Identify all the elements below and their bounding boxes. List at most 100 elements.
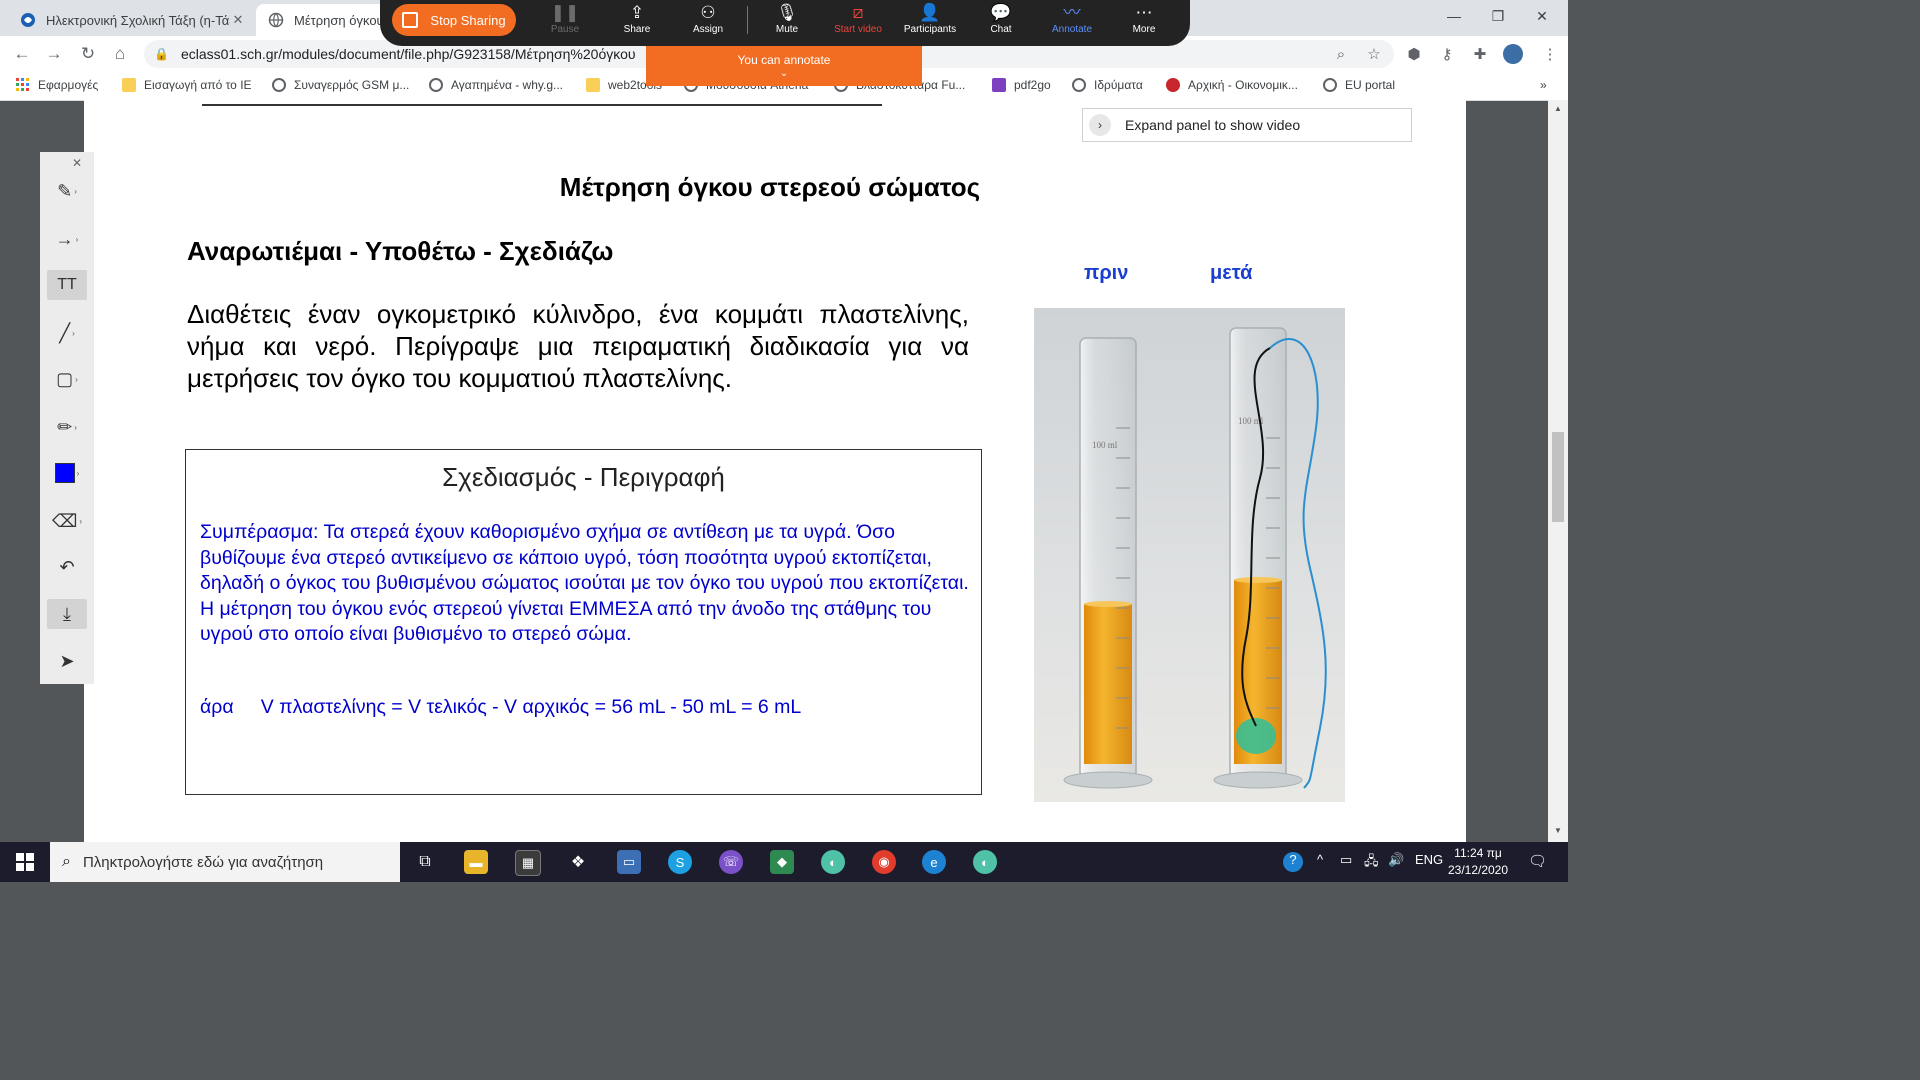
minimize-window-icon[interactable]: —	[1432, 0, 1476, 32]
chat-button[interactable]: 💬 Chat	[966, 2, 1036, 42]
participants-icon: 👤	[919, 3, 941, 22]
start-video-button[interactable]: ⧄ Start video	[823, 2, 893, 42]
draw-tool-button[interactable]: ✎ ›	[47, 176, 87, 206]
zoom-button-label: More	[1132, 24, 1156, 35]
microsoft-store-icon[interactable]: ▦	[515, 850, 541, 876]
page-top-rule	[202, 104, 882, 106]
restore-window-icon[interactable]: ❐	[1476, 0, 1520, 32]
extension-shield-icon[interactable]: ⬢	[1404, 44, 1424, 64]
desktop-app-icon[interactable]: ▭	[617, 850, 641, 874]
browser-menu-icon[interactable]: ⋮	[1540, 44, 1560, 64]
dropbox-icon[interactable]: ❖	[566, 850, 590, 874]
battery-icon[interactable]: ▭	[1340, 852, 1352, 868]
task-view-icon[interactable]: ⧉	[413, 850, 437, 874]
tab-current-document[interactable]: Μέτρηση όγκου στερεού	[256, 4, 396, 36]
close-window-icon[interactable]: ✕	[1520, 0, 1564, 32]
taskbar-search-input[interactable]: ⌕ Πληκτρολογήστε εδώ για αναζήτηση	[50, 842, 400, 882]
bookmark-institutions[interactable]: Ιδρύματα	[1072, 78, 1143, 92]
tab-eclass[interactable]: Ηλεκτρονική Σχολική Τάξη (η-Τάξη) ✕	[8, 4, 254, 36]
extensions-puzzle-icon[interactable]: ✚	[1470, 44, 1490, 64]
pdf2go-icon	[992, 78, 1006, 92]
share-button[interactable]: ⇪ Share	[602, 2, 672, 42]
assign-button[interactable]: ⚇ Assign	[673, 2, 743, 42]
annotate-button[interactable]: 〰 Annotate	[1037, 2, 1107, 42]
mute-button[interactable]: 🎙 Mute	[752, 2, 822, 42]
profile-avatar[interactable]	[1503, 44, 1523, 64]
edge-icon[interactable]: e	[922, 850, 946, 874]
more-bookmarks-button[interactable]: »	[1540, 78, 1547, 92]
submenu-triangle-icon: ›	[76, 468, 80, 478]
chrome-icon[interactable]: ◉	[872, 850, 896, 874]
text-tool-button[interactable]: TT	[47, 270, 87, 300]
select-tool-button[interactable]: ➤	[47, 646, 87, 676]
submenu-triangle-icon: ›	[72, 328, 75, 338]
pencil-tool-button[interactable]: ✏ ›	[47, 412, 87, 442]
close-icon[interactable]: ✕	[72, 156, 82, 170]
url-text[interactable]: eclass01.sch.gr/modules/document/file.ph…	[181, 46, 636, 62]
before-label: πριν	[1084, 262, 1129, 284]
apps-grid-icon	[16, 78, 29, 91]
more-button[interactable]: ⋯ More	[1109, 2, 1179, 42]
scroll-up-icon[interactable]: ▲	[1554, 104, 1562, 113]
scrollbar-thumb[interactable]	[1552, 432, 1564, 522]
viber-icon[interactable]: ☏	[719, 850, 743, 874]
home-icon[interactable]: ⌂	[106, 40, 134, 68]
eraser-tool-button[interactable]: ⌫ ›	[47, 506, 87, 536]
bookmark-eu-portal[interactable]: EU portal	[1323, 78, 1395, 92]
chevron-right-icon[interactable]: ›	[1089, 114, 1111, 136]
line-tool-button[interactable]: ╱ ›	[47, 318, 87, 348]
bookmark-star-icon[interactable]: ☆	[1364, 44, 1384, 64]
task-paragraph: Διαθέτεις έναν ογκομετρικό κύλινδρο, ένα…	[187, 299, 969, 393]
network-icon[interactable]: 🖧	[1364, 852, 1379, 874]
lock-icon[interactable]: 🔒	[154, 47, 169, 61]
annotate-notice-banner[interactable]: You can annotate ⌄	[646, 46, 922, 86]
pause-share-button[interactable]: ❚❚ Pause	[530, 2, 600, 42]
scroll-down-icon[interactable]: ▼	[1554, 826, 1562, 835]
bookmark-apps[interactable]: Εφαρμογές	[16, 78, 98, 92]
bookmark-economics[interactable]: Αρχική - Οικονομικ...	[1166, 78, 1298, 92]
chevron-up-icon[interactable]: ^	[1317, 852, 1323, 867]
windows-start-button[interactable]	[0, 842, 50, 882]
bookmark-gsm[interactable]: Συναγερμός GSM μ...	[272, 78, 409, 92]
reload-icon[interactable]: ↻	[74, 40, 102, 68]
app-shield-icon[interactable]: ◆	[770, 850, 794, 874]
shape-tool-button[interactable]: ▢ ›	[47, 364, 87, 394]
notifications-icon[interactable]: 🗨	[1528, 852, 1547, 870]
bookmark-ie-import[interactable]: Εισαγωγή από το IE	[122, 78, 252, 92]
submenu-triangle-icon: ›	[75, 374, 78, 384]
arrow-right-icon: →	[55, 228, 74, 249]
file-explorer-icon[interactable]: ▬	[464, 850, 488, 874]
line-icon: ╱	[59, 322, 71, 343]
volume-icon[interactable]: 🔊	[1388, 852, 1404, 868]
expand-video-panel[interactable]: › Expand panel to show video	[1082, 108, 1412, 142]
undo-button[interactable]: ↶	[47, 552, 87, 582]
undo-icon: ↶	[59, 556, 75, 577]
conclusion-text: Συμπέρασμα: Τα στερεά έχουν καθορισμένο …	[200, 521, 969, 645]
page-scrollbar[interactable]: ▲ ▼	[1548, 100, 1568, 843]
globe-icon	[272, 78, 286, 92]
color-picker-button[interactable]: ›	[47, 458, 87, 488]
arrow-tool-button[interactable]: → ›	[47, 224, 87, 254]
back-arrow-icon[interactable]: ←	[8, 40, 36, 68]
participants-button[interactable]: 👤 Participants	[895, 2, 965, 42]
zoom-app-icon[interactable]: ◐	[973, 850, 997, 874]
stop-sharing-label: Stop Sharing	[430, 12, 506, 28]
system-clock[interactable]: 11:24 πμ 23/12/2020	[1432, 845, 1524, 879]
save-annotation-button[interactable]: ⤓	[47, 599, 87, 629]
skype-icon[interactable]: S	[668, 850, 692, 874]
forward-arrow-icon[interactable]: →	[40, 40, 68, 68]
zoom-magnifier-icon[interactable]: ⌕	[1331, 44, 1351, 64]
bookmark-label: Αρχική - Οικονομικ...	[1188, 78, 1298, 92]
extension-key-icon[interactable]: ⚷	[1437, 44, 1457, 64]
edge-legacy-icon[interactable]: ◐	[821, 850, 845, 874]
tab-close-icon[interactable]: ✕	[230, 12, 246, 28]
bookmark-favorites[interactable]: Αγαπημένα - why.g...	[429, 78, 563, 92]
chevron-down-icon[interactable]: ⌄	[646, 69, 922, 79]
mouse-pointer-icon: ➤	[59, 650, 75, 671]
help-icon[interactable]: ?	[1283, 852, 1303, 872]
stop-sharing-button[interactable]: Stop Sharing	[392, 4, 516, 36]
bookmark-label: Εισαγωγή από το IE	[144, 78, 252, 92]
windows-logo-icon	[16, 853, 34, 871]
zoom-button-label: Assign	[692, 24, 723, 35]
bookmark-pdf2go[interactable]: pdf2go	[992, 78, 1051, 92]
